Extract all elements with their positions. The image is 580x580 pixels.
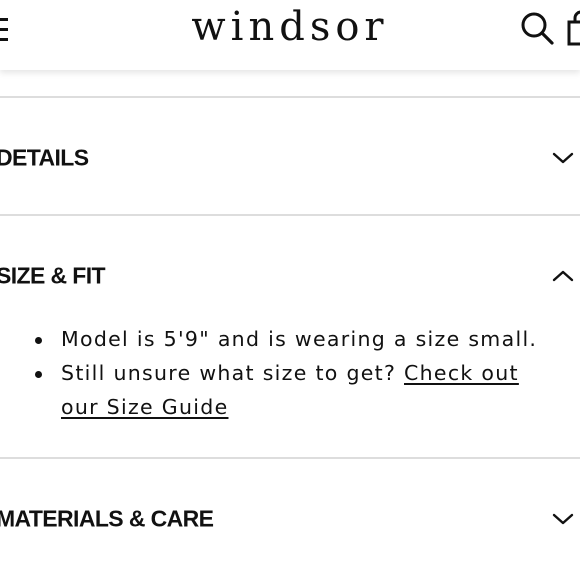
divider bbox=[0, 457, 580, 459]
divider bbox=[0, 214, 580, 216]
accordion-header-details[interactable]: DETAILS bbox=[0, 128, 580, 188]
brand-logo[interactable]: windsor bbox=[0, 4, 580, 50]
size-fit-list: Model is 5'9" and is wearing a size smal… bbox=[0, 322, 580, 424]
chevron-down-icon bbox=[552, 152, 574, 164]
site-header: windsor bbox=[0, 0, 580, 70]
chevron-down-icon bbox=[552, 513, 574, 525]
chevron-up-icon bbox=[552, 270, 574, 282]
accordion-header-size-fit[interactable]: SIZE & FIT bbox=[0, 246, 580, 306]
accordion-title-details: DETAILS bbox=[0, 144, 89, 171]
shopping-bag-icon[interactable] bbox=[566, 10, 580, 46]
accordion-title-materials-care: MATERIALS & CARE bbox=[0, 505, 214, 532]
accordion-title-size-fit: SIZE & FIT bbox=[0, 262, 106, 289]
list-item: Model is 5'9" and is wearing a size smal… bbox=[35, 322, 561, 356]
accordion-header-materials-care[interactable]: MATERIALS & CARE bbox=[0, 489, 580, 549]
search-icon[interactable] bbox=[519, 10, 555, 46]
size-fit-model-info: Model is 5'9" and is wearing a size smal… bbox=[61, 327, 538, 351]
size-fit-prompt: Still unsure what size to get? bbox=[61, 361, 405, 385]
divider bbox=[0, 96, 580, 98]
product-page: windsor DETAILS SIZE & FIT Model is 5'9"… bbox=[0, 0, 580, 580]
accordion-body-size-fit: Model is 5'9" and is wearing a size smal… bbox=[0, 322, 580, 424]
list-item: Still unsure what size to get? Check out… bbox=[35, 356, 561, 424]
